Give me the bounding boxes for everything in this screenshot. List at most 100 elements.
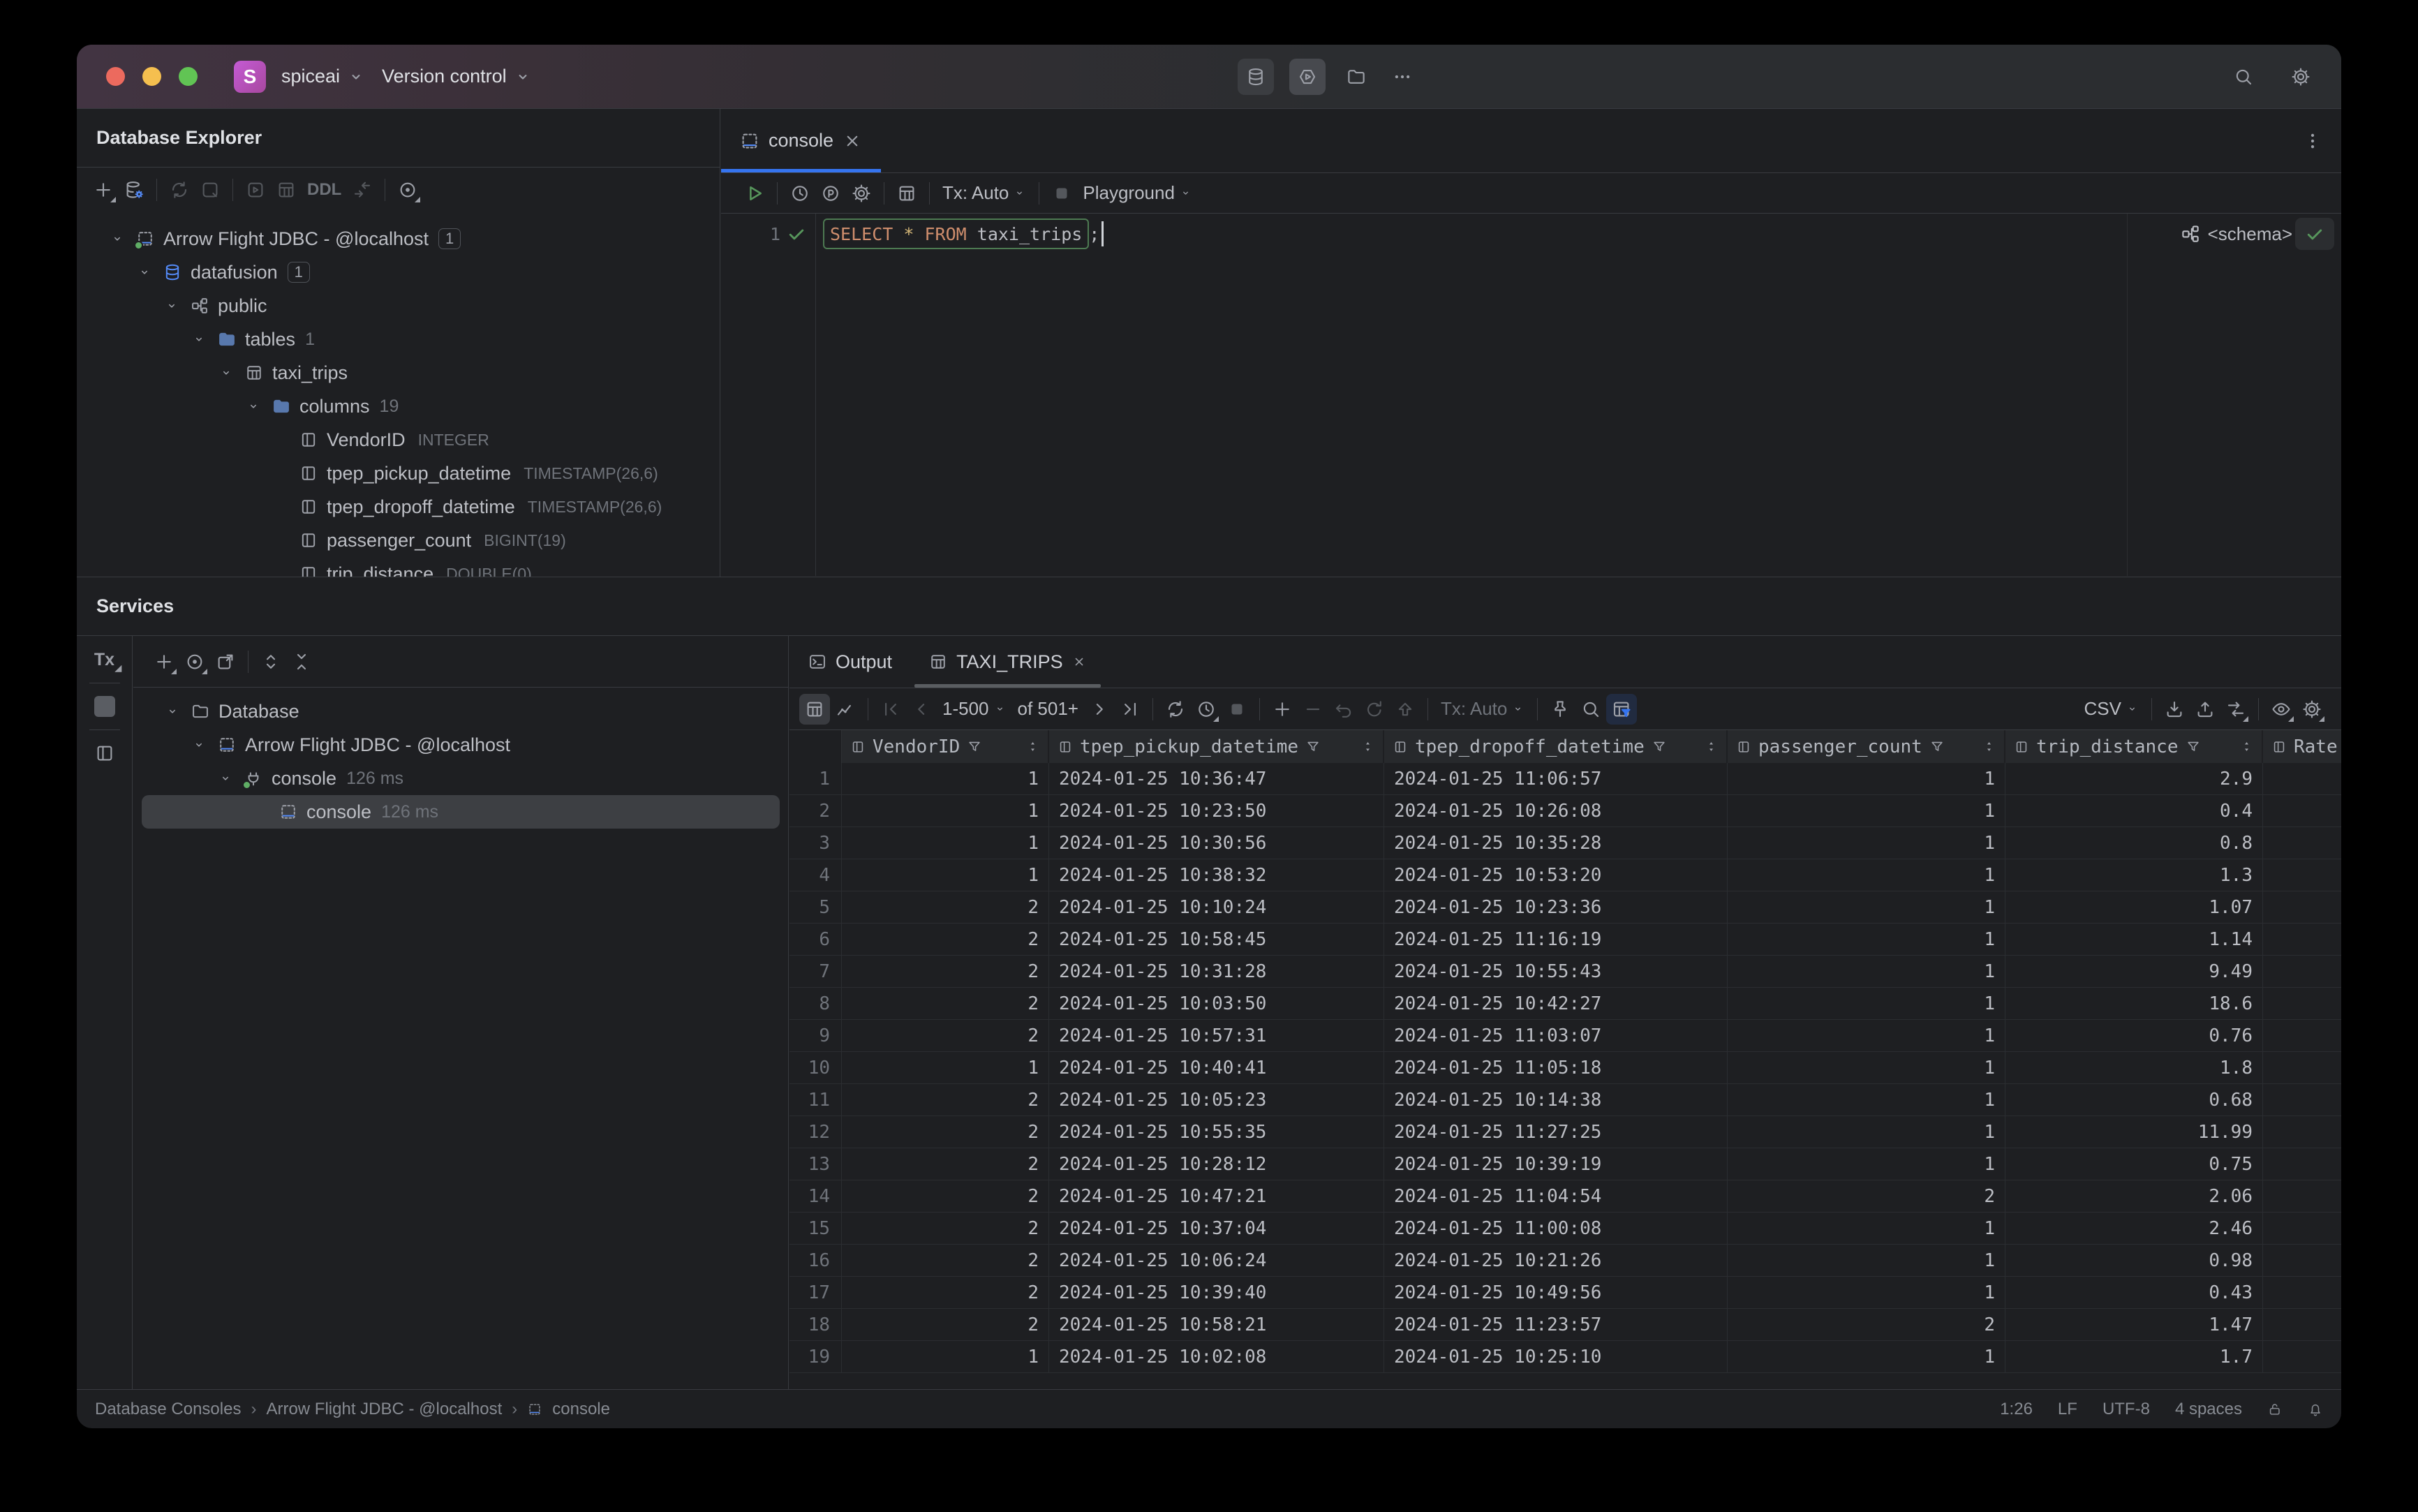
cell[interactable]: 2024-01-25 11:03:07: [1384, 1020, 1728, 1052]
cell[interactable]: 1.8: [2005, 1052, 2263, 1084]
inspections-widget[interactable]: [2295, 218, 2334, 250]
cell[interactable]: 2024-01-25 11:06:57: [1384, 763, 1728, 795]
tree-item-trip-distance[interactable]: trip_distance DOUBLE(0): [77, 557, 720, 577]
row-number[interactable]: 10: [789, 1052, 842, 1084]
last-page-button[interactable]: [1115, 694, 1145, 725]
cell[interactable]: 1: [1728, 827, 2005, 859]
cell[interactable]: 2: [842, 1180, 1049, 1213]
cell[interactable]: [2263, 1341, 2341, 1373]
select-in-services-button[interactable]: [179, 646, 210, 677]
close-icon[interactable]: [1071, 654, 1087, 669]
ddl-button[interactable]: DDL: [302, 180, 347, 200]
cell[interactable]: 1: [842, 859, 1049, 891]
tab-console[interactable]: console: [721, 109, 882, 172]
cell[interactable]: 2: [842, 891, 1049, 924]
cell[interactable]: [2263, 1052, 2341, 1084]
sort-icon[interactable]: [1361, 740, 1374, 753]
breadcrumb-item[interactable]: Arrow Flight JDBC - @localhost: [266, 1400, 502, 1419]
chevron-down-icon[interactable]: [158, 704, 186, 719]
cell[interactable]: 2024-01-25 10:23:50: [1049, 795, 1384, 827]
refresh-button[interactable]: [164, 175, 195, 205]
data-view-button[interactable]: [799, 693, 830, 725]
cell[interactable]: [2263, 1116, 2341, 1148]
row-number[interactable]: 13: [789, 1148, 842, 1180]
row-number[interactable]: 3: [789, 827, 842, 859]
filter-icon[interactable]: [1652, 739, 1667, 755]
cell[interactable]: 2: [842, 1277, 1049, 1309]
cell[interactable]: 1: [1728, 1277, 2005, 1309]
cell[interactable]: 1.07: [2005, 891, 2263, 924]
row-number[interactable]: 7: [789, 956, 842, 988]
row-number[interactable]: 12: [789, 1116, 842, 1148]
cell[interactable]: 0.43: [2005, 1277, 2263, 1309]
zoom-window-button[interactable]: [179, 67, 198, 86]
cell[interactable]: 2: [842, 1020, 1049, 1052]
cell[interactable]: 1: [842, 827, 1049, 859]
cell[interactable]: [2263, 795, 2341, 827]
compare-button[interactable]: [2220, 694, 2251, 725]
cell[interactable]: [2263, 1309, 2341, 1341]
cell[interactable]: 2024-01-25 10:30:56: [1049, 827, 1384, 859]
cell[interactable]: 1: [1728, 1245, 2005, 1277]
cell[interactable]: 2024-01-25 10:37:04: [1049, 1213, 1384, 1245]
cell[interactable]: 0.4: [2005, 795, 2263, 827]
chevron-down-icon[interactable]: [212, 365, 240, 380]
ide-settings-button[interactable]: [2285, 61, 2316, 92]
tx-mode-select[interactable]: Tx: Auto: [937, 182, 1032, 204]
tree-item-tpep-pickup-datetime[interactable]: tpep_pickup_datetime TIMESTAMP(26,6): [77, 457, 720, 490]
cell[interactable]: 1: [1728, 1052, 2005, 1084]
status-item[interactable]: LF: [2058, 1400, 2077, 1419]
row-number[interactable]: 4: [789, 859, 842, 891]
chevron-down-icon[interactable]: [185, 332, 213, 347]
page-size-select[interactable]: 1-500: [937, 698, 1012, 720]
datasource-properties-button[interactable]: [119, 175, 149, 205]
cell[interactable]: 2: [1728, 1309, 2005, 1341]
run-services-button[interactable]: [1289, 58, 1326, 95]
tree-item-columns[interactable]: columns 19: [77, 390, 720, 423]
cell[interactable]: 2: [842, 1084, 1049, 1116]
cell[interactable]: 1: [1728, 859, 2005, 891]
cell[interactable]: 2024-01-25 10:02:08: [1049, 1341, 1384, 1373]
cell[interactable]: [2263, 1020, 2341, 1052]
new-datasource-button[interactable]: [88, 175, 119, 205]
collapse-all-button[interactable]: [286, 646, 317, 677]
stop-button[interactable]: [1046, 178, 1077, 209]
stop-query-button[interactable]: [1222, 694, 1252, 725]
close-window-button[interactable]: [106, 67, 125, 86]
database-tool-button[interactable]: [1238, 58, 1274, 95]
cell[interactable]: 2024-01-25 10:14:38: [1384, 1084, 1728, 1116]
cell[interactable]: 2024-01-25 10:35:28: [1384, 827, 1728, 859]
chart-view-button[interactable]: [830, 694, 861, 725]
tree-item-arrow-flight-jdbc-localhost[interactable]: Arrow Flight JDBC - @localhost 1: [77, 222, 720, 255]
cell[interactable]: 0.68: [2005, 1084, 2263, 1116]
minimize-window-button[interactable]: [142, 67, 161, 86]
editor-code[interactable]: SELECT * FROM taxi_trips;: [816, 214, 2341, 576]
sort-icon[interactable]: [1705, 740, 1718, 753]
jump-to-ddl-button[interactable]: [347, 175, 378, 205]
tree-item-console[interactable]: console 126 ms: [142, 795, 780, 829]
cell[interactable]: 1: [842, 763, 1049, 795]
pin-tab-button[interactable]: [1545, 694, 1575, 725]
view-options-button[interactable]: [2266, 694, 2297, 725]
column-header-rate[interactable]: Rate: [2263, 730, 2341, 763]
sql-statement[interactable]: SELECT * FROM taxi_trips: [823, 218, 1090, 249]
breadcrumb[interactable]: Database Consoles › Arrow Flight JDBC - @l…: [95, 1400, 610, 1419]
cell[interactable]: 2024-01-25 11:23:57: [1384, 1309, 1728, 1341]
row-number[interactable]: 19: [789, 1341, 842, 1373]
cell[interactable]: 2024-01-25 10:42:27: [1384, 988, 1728, 1020]
row-number[interactable]: 8: [789, 988, 842, 1020]
column-header-tpep_dropoff_datetime[interactable]: tpep_dropoff_datetime: [1384, 730, 1728, 763]
cell[interactable]: 2024-01-25 10:55:35: [1049, 1116, 1384, 1148]
sort-icon[interactable]: [2240, 740, 2253, 753]
cell[interactable]: 18.6: [2005, 988, 2263, 1020]
chevron-down-icon[interactable]: [212, 771, 239, 786]
cell[interactable]: 2024-01-25 11:16:19: [1384, 924, 1728, 956]
cell[interactable]: 1: [842, 795, 1049, 827]
sort-icon[interactable]: [1982, 740, 1996, 753]
tree-item-tpep-dropoff-datetime[interactable]: tpep_dropoff_datetime TIMESTAMP(26,6): [77, 490, 720, 524]
new-console-button[interactable]: [195, 175, 225, 205]
auto-refresh-button[interactable]: [1191, 694, 1222, 725]
cell[interactable]: 2024-01-25 10:57:31: [1049, 1020, 1384, 1052]
more-actions-button[interactable]: [1387, 61, 1418, 92]
layout-options-icon[interactable]: [94, 743, 115, 764]
